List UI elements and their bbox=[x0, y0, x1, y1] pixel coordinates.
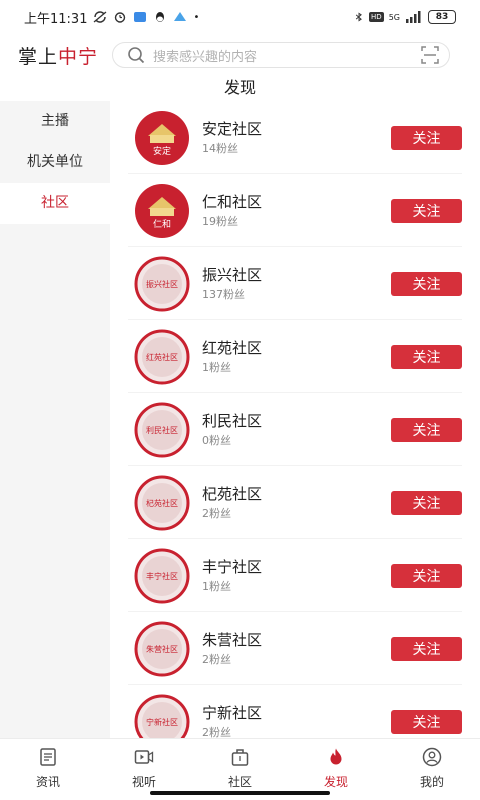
news-icon bbox=[40, 748, 56, 766]
qq-icon bbox=[156, 12, 165, 22]
map-app-icon bbox=[174, 12, 187, 21]
community-avatar: 利民社区 bbox=[134, 402, 190, 457]
bluetooth-icon bbox=[355, 12, 362, 22]
community-name: 杞苑社区 bbox=[202, 484, 263, 503]
avatar-badge-text: 安定 bbox=[153, 145, 171, 157]
avatar-badge-text: 红苑社区 bbox=[146, 352, 178, 362]
community-avatar: 宁新社区 bbox=[134, 694, 190, 738]
flame-icon bbox=[330, 748, 342, 765]
nav-label: 我的 bbox=[419, 775, 444, 789]
fan-count: 1粉丝 bbox=[202, 360, 231, 374]
search-icon bbox=[128, 47, 145, 64]
network-label: 5G bbox=[388, 12, 400, 22]
fan-count: 137粉丝 bbox=[202, 287, 245, 301]
list-item[interactable]: 朱营社区 朱营社区 2粉丝 关注 bbox=[110, 612, 480, 685]
fan-count: 2粉丝 bbox=[202, 725, 231, 739]
sidebar-item-label: 主播 bbox=[41, 113, 69, 129]
app-header: 掌上中宁 搜索感兴趣的内容 bbox=[0, 34, 480, 76]
fan-count: 0粉丝 bbox=[202, 433, 231, 447]
app-notification-icon bbox=[134, 12, 147, 22]
scan-icon[interactable] bbox=[421, 46, 439, 64]
community-avatar: 杞苑社区 bbox=[134, 475, 190, 530]
list-item[interactable]: 利民社区 利民社区 0粉丝 关注 bbox=[110, 393, 480, 466]
signal-icon bbox=[406, 11, 421, 23]
follow-button[interactable]: 关注 bbox=[391, 636, 462, 661]
community-name: 丰宁社区 bbox=[202, 557, 263, 576]
avatar-badge-text: 宁新社区 bbox=[146, 717, 178, 727]
video-icon bbox=[134, 750, 154, 764]
search-bar[interactable]: 搜索感兴趣的内容 bbox=[112, 42, 451, 68]
avatar-badge-text: 利民社区 bbox=[146, 425, 178, 435]
sync-icon bbox=[94, 11, 107, 23]
community-list: 安定 安定社区 14粉丝 关注 仁和 仁和社区 19粉丝 关注 振兴社区 振兴社区 1… bbox=[110, 101, 480, 738]
community-name: 朱营社区 bbox=[202, 630, 263, 649]
brand-text-part1: 掌上 bbox=[18, 45, 59, 68]
page-title: 发现 bbox=[223, 78, 256, 97]
community-avatar: 安定 bbox=[135, 110, 189, 165]
community-name: 红苑社区 bbox=[202, 338, 263, 357]
nav-label: 发现 bbox=[323, 775, 348, 789]
home-indicator[interactable] bbox=[150, 791, 330, 795]
list-item[interactable]: 红苑社区 红苑社区 1粉丝 关注 bbox=[110, 320, 480, 393]
nav-label: 资讯 bbox=[35, 775, 60, 789]
community-name: 仁和社区 bbox=[202, 192, 263, 211]
list-item[interactable]: 丰宁社区 丰宁社区 1粉丝 关注 bbox=[110, 539, 480, 612]
status-dot: • bbox=[193, 11, 200, 23]
community-avatar: 红苑社区 bbox=[134, 329, 190, 384]
community-name: 安定社区 bbox=[202, 119, 263, 138]
battery-indicator: 83 bbox=[428, 10, 456, 24]
hd-badge: HD bbox=[369, 12, 384, 22]
avatar-badge-text: 仁和 bbox=[153, 218, 171, 230]
follow-button[interactable]: 关注 bbox=[391, 344, 462, 369]
community-avatar: 仁和 bbox=[135, 183, 189, 238]
fan-count: 2粉丝 bbox=[202, 652, 231, 666]
fan-count: 14粉丝 bbox=[202, 141, 238, 155]
list-item[interactable]: 振兴社区 振兴社区 137粉丝 关注 bbox=[110, 247, 480, 320]
profile-icon bbox=[422, 747, 442, 767]
search-input[interactable]: 搜索感兴趣的内容 bbox=[153, 46, 421, 65]
follow-button[interactable]: 关注 bbox=[391, 490, 462, 515]
list-item[interactable]: 宁新社区 宁新社区 2粉丝 关注 bbox=[110, 685, 480, 738]
list-item[interactable]: 安定 安定社区 14粉丝 关注 bbox=[110, 101, 480, 174]
community-avatar: 振兴社区 bbox=[134, 256, 190, 311]
community-icon bbox=[231, 749, 249, 766]
sidebar-item-label: 机关单位 bbox=[27, 154, 83, 170]
status-time: 上午11:31 bbox=[24, 11, 88, 27]
follow-button[interactable]: 关注 bbox=[391, 198, 462, 223]
follow-button[interactable]: 关注 bbox=[391, 563, 462, 588]
brand-text-part2: 中宁 bbox=[58, 45, 99, 68]
nav-label: 视听 bbox=[131, 775, 156, 789]
sidebar-item-label: 社区 bbox=[41, 195, 69, 211]
community-name: 振兴社区 bbox=[202, 265, 263, 284]
alarm-icon bbox=[115, 12, 126, 23]
avatar-badge-text: 振兴社区 bbox=[146, 279, 178, 289]
fan-count: 19粉丝 bbox=[202, 214, 238, 228]
nav-profile[interactable]: 我的 bbox=[384, 739, 480, 800]
list-item[interactable]: 仁和 仁和社区 19粉丝 关注 bbox=[110, 174, 480, 247]
status-bar: 上午11:31 • HD 5G 83 bbox=[0, 0, 480, 34]
community-name: 宁新社区 bbox=[202, 703, 263, 722]
follow-button[interactable]: 关注 bbox=[391, 125, 462, 150]
fan-count: 1粉丝 bbox=[202, 579, 231, 593]
community-name: 利民社区 bbox=[202, 411, 263, 430]
category-sidebar: 主播 机关单位 社区 bbox=[0, 101, 110, 738]
nav-news[interactable]: 资讯 bbox=[0, 739, 96, 800]
list-item[interactable]: 杞苑社区 杞苑社区 2粉丝 关注 bbox=[110, 466, 480, 539]
community-avatar: 丰宁社区 bbox=[134, 548, 190, 603]
follow-button[interactable]: 关注 bbox=[391, 417, 462, 442]
avatar-badge-text: 杞苑社区 bbox=[146, 498, 178, 508]
community-avatar: 朱营社区 bbox=[134, 621, 190, 676]
sidebar-item-agencies[interactable]: 机关单位 bbox=[0, 142, 110, 183]
follow-button[interactable]: 关注 bbox=[391, 271, 462, 296]
fan-count: 2粉丝 bbox=[202, 506, 231, 520]
sidebar-item-anchor[interactable]: 主播 bbox=[0, 101, 110, 142]
brand-logo: 掌上中宁 bbox=[18, 42, 98, 69]
follow-button[interactable]: 关注 bbox=[391, 709, 462, 734]
avatar-badge-text: 丰宁社区 bbox=[146, 571, 178, 581]
nav-label: 社区 bbox=[227, 775, 252, 789]
sidebar-item-community[interactable]: 社区 bbox=[0, 183, 110, 224]
avatar-badge-text: 朱营社区 bbox=[146, 644, 178, 654]
